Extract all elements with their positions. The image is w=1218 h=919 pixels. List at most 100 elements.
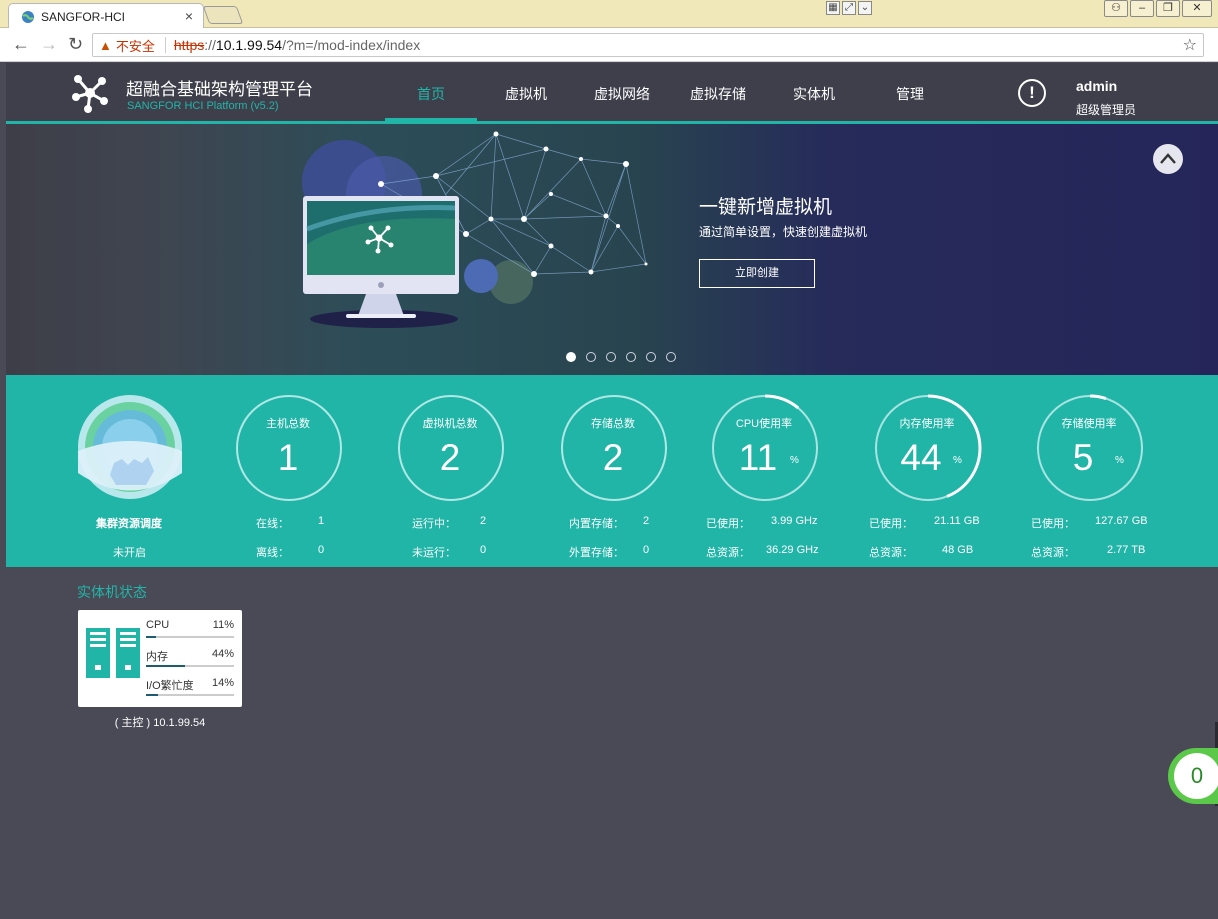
nav-virtual-storage[interactable]: 虚拟存储 xyxy=(690,84,746,104)
url-input[interactable]: ▲ 不安全 https :// 10.1.99.54 /?m=/mod-inde… xyxy=(92,33,1204,57)
metric-bar xyxy=(146,694,234,696)
metric-value: 11% xyxy=(212,619,234,631)
stat-disk[interactable]: 存储使用率 5 % 已使用： 127.67 GB 总资源： 2.77 TB xyxy=(1009,375,1169,567)
stat-unit: % xyxy=(1115,455,1124,466)
window-controls: ⚇ – ❐ ✕ xyxy=(1104,0,1212,17)
user-role: 超级管理员 xyxy=(1076,103,1137,117)
globe-icon xyxy=(22,10,34,23)
stat-row2-label: 总资源： xyxy=(706,547,750,559)
nav-home[interactable]: 首页 xyxy=(417,84,445,104)
cluster-scheduling-status: 未开启 xyxy=(113,547,146,559)
grid-icon[interactable]: ▦ xyxy=(826,1,840,15)
stat-row2-label: 总资源： xyxy=(1031,547,1075,559)
banner-dot-5[interactable] xyxy=(646,352,656,362)
fullscreen-icon[interactable]: ⤢ xyxy=(842,1,856,15)
minimize-icon[interactable]: – xyxy=(1130,0,1154,17)
metric-name: CPU xyxy=(146,619,170,631)
metric-bar xyxy=(146,665,234,667)
bookmark-star-icon[interactable]: ☆ xyxy=(1183,35,1197,55)
restore-icon[interactable]: ❐ xyxy=(1156,0,1180,17)
stat-row2-value: 2.77 TB xyxy=(1107,544,1146,556)
close-window-icon[interactable]: ✕ xyxy=(1182,0,1212,17)
sangfor-logo-icon xyxy=(72,75,108,113)
stat-row2-value: 0 xyxy=(643,544,650,556)
stat-value: 1 xyxy=(277,437,299,478)
stat-row1-label: 运行中： xyxy=(412,518,456,530)
stat-unit: % xyxy=(790,455,799,466)
stat-row2-label: 离线： xyxy=(256,547,289,559)
stat-value: 11 xyxy=(738,437,778,478)
browser-tab-title: SANGFOR-HCI xyxy=(41,9,125,24)
back-arrow-icon[interactable]: ← xyxy=(12,34,30,55)
close-tab-icon[interactable]: × xyxy=(185,8,193,24)
overview-stats: 集群资源调度 未开启 主机总数 1 在线： 1 离线： 0 虚拟机总数 2 运行… xyxy=(6,375,1218,567)
user-profile-icon[interactable]: ⚇ xyxy=(1104,0,1128,17)
metric-name: I/O繁忙度 xyxy=(146,680,194,692)
stat-memory[interactable]: 内存使用率 44 % 已使用： 21.11 GB 总资源： 48 GB xyxy=(847,375,1007,567)
stat-row1-value: 3.99 GHz xyxy=(771,515,818,527)
notification-count: 0 xyxy=(1174,753,1218,799)
stat-label: 存储总数 xyxy=(591,418,635,430)
banner-illustration xyxy=(302,131,648,328)
stat-label: 存储使用率 xyxy=(1061,418,1117,430)
stat-row2-label: 外置存储： xyxy=(569,547,624,559)
stat-row1-value: 2 xyxy=(480,515,487,527)
stat-storage[interactable]: 存储总数 2 内置存储： 2 外置存储： 0 xyxy=(533,375,693,567)
alert-icon[interactable]: ! xyxy=(1018,79,1046,107)
stat-cpu[interactable]: CPU使用率 11 % 已使用： 3.99 GHz 总资源： 36.29 GHz xyxy=(684,375,844,567)
reload-icon[interactable]: ↻ xyxy=(68,34,83,55)
promo-banner: 一键新增虚拟机 通过简单设置，快速创建虚拟机 立即创建 xyxy=(6,124,1218,375)
forward-arrow-icon[interactable]: → xyxy=(40,34,58,55)
browser-tab[interactable]: SANGFOR-HCI × xyxy=(8,3,204,29)
stat-value: 2 xyxy=(439,437,461,478)
stat-value: 44 xyxy=(900,437,942,478)
address-bar: ← → ↻ ▲ 不安全 https :// 10.1.99.54 /?m=/mo… xyxy=(0,28,1218,62)
url-protocol: https xyxy=(173,37,205,53)
stat-row2-value: 0 xyxy=(480,544,487,556)
host-card[interactable]: CPU 11% 内存 44% I/O繁忙度 14% xyxy=(78,610,242,707)
metric-value: 44% xyxy=(211,648,234,660)
banner-dot-3[interactable] xyxy=(606,352,616,362)
stat-row1-value: 1 xyxy=(318,515,325,527)
host-name[interactable]: ( 主控 ) 10.1.99.54 xyxy=(78,714,242,730)
browser-tab-strip: SANGFOR-HCI × ▦ ⤢ ⌄ ⚇ – ❐ ✕ xyxy=(0,0,1218,29)
create-now-button[interactable]: 立即创建 xyxy=(699,259,815,288)
stat-row1-label: 已使用： xyxy=(706,518,750,530)
stat-row1-label: 在线： xyxy=(256,518,289,530)
brand-subtitle: SANGFOR HCI Platform (v5.2) xyxy=(127,100,279,112)
insecure-label[interactable]: 不安全 xyxy=(116,36,155,55)
chevron-down-icon[interactable]: ⌄ xyxy=(858,1,872,15)
banner-pagination xyxy=(566,352,676,362)
stat-row2-value: 48 GB xyxy=(942,544,974,556)
nav-physical-host[interactable]: 实体机 xyxy=(793,84,835,104)
brand-title: 超融合基础架构管理平台 xyxy=(126,80,313,99)
metric-bar-fill xyxy=(146,694,159,696)
app-header: 超融合基础架构管理平台 SANGFOR HCI Platform (v5.2) … xyxy=(6,63,1218,121)
new-tab-button[interactable] xyxy=(202,6,244,24)
banner-dot-4[interactable] xyxy=(626,352,636,362)
nav-virtual-network[interactable]: 虚拟网络 xyxy=(594,84,650,104)
banner-dot-1[interactable] xyxy=(566,352,576,362)
stat-row2-value: 0 xyxy=(318,544,325,556)
stat-hosts[interactable]: 主机总数 1 在线： 1 离线： 0 xyxy=(208,375,368,567)
url-host: 10.1.99.54 xyxy=(215,37,283,53)
banner-dot-2[interactable] xyxy=(586,352,596,362)
cluster-scheduling-icon[interactable] xyxy=(76,393,184,501)
banner-dot-6[interactable] xyxy=(666,352,676,362)
stat-value: 2 xyxy=(602,437,624,478)
stat-row1-label: 已使用： xyxy=(1031,518,1075,530)
collapse-banner-button[interactable] xyxy=(1153,144,1183,174)
stat-row1-value: 127.67 GB xyxy=(1095,515,1148,527)
stat-vms[interactable]: 虚拟机总数 2 运行中： 2 未运行： 0 xyxy=(370,375,530,567)
omnibox-separator xyxy=(164,37,166,53)
user-name[interactable]: admin xyxy=(1076,78,1117,94)
stat-value: 5 xyxy=(1072,437,1094,478)
stat-row1-label: 内置存储： xyxy=(569,518,624,530)
notification-badge[interactable]: 0 xyxy=(1168,748,1218,804)
stat-row1-label: 已使用： xyxy=(869,518,913,530)
nav-management[interactable]: 管理 xyxy=(896,84,924,104)
stat-row2-label: 总资源： xyxy=(869,547,913,559)
nav-vm[interactable]: 虚拟机 xyxy=(505,84,547,104)
server-icon xyxy=(86,628,140,678)
stat-row1-value: 2 xyxy=(643,515,650,527)
